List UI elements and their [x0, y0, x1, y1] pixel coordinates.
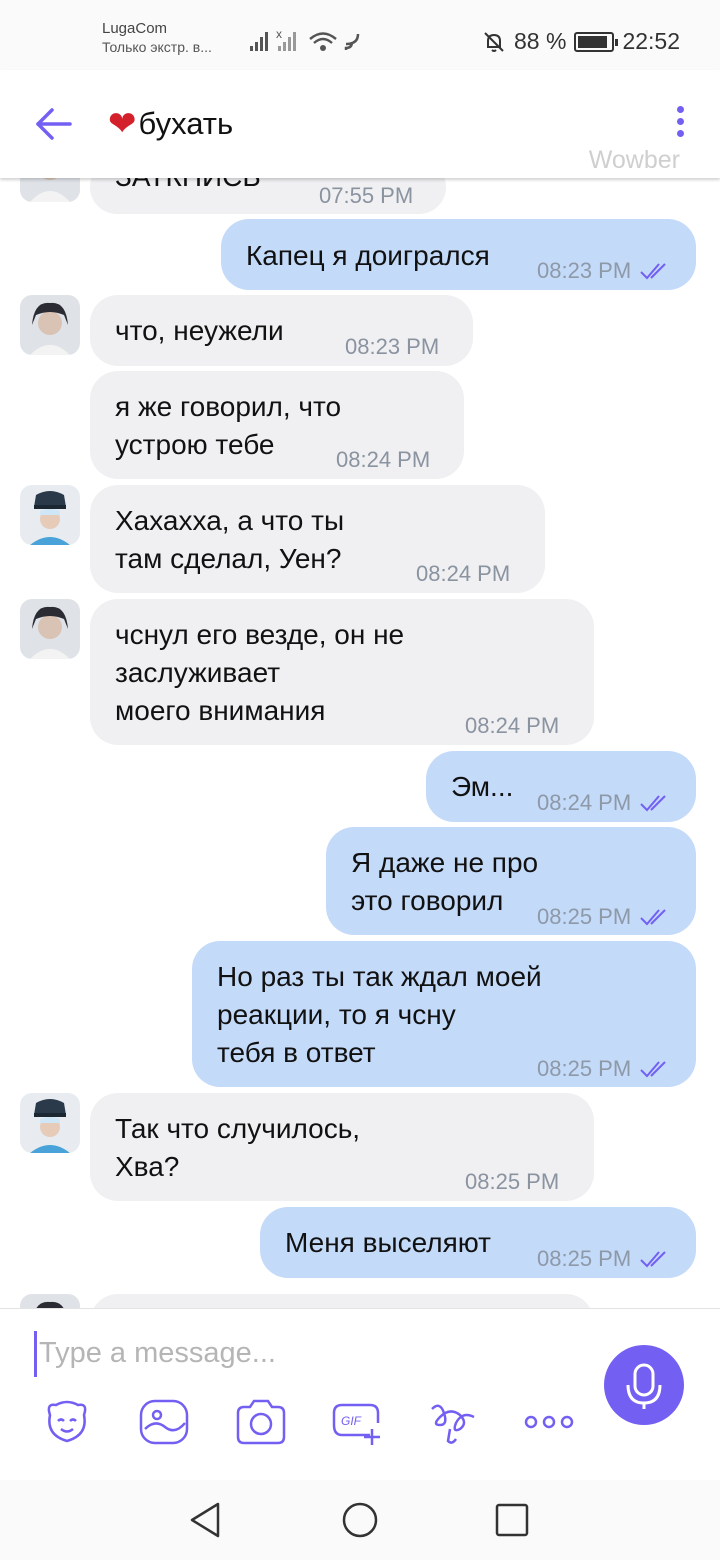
more-icon[interactable]	[522, 1395, 576, 1449]
message-time: 08:25 PM	[537, 904, 632, 929]
nav-recents-icon[interactable]	[492, 1500, 532, 1540]
message-bubble[interactable]: Так что случилось, Хва? 08:25 PM	[90, 1093, 594, 1201]
read-ticks-icon	[640, 1251, 666, 1268]
message-time: 08:25 PM	[537, 1246, 632, 1271]
svg-text:x: x	[276, 28, 282, 41]
read-ticks-icon	[640, 795, 666, 812]
message-text: Капец я доигрался	[246, 240, 490, 271]
voice-message-button[interactable]	[604, 1345, 684, 1425]
composer: Type a message... GIF	[0, 1308, 720, 1480]
read-ticks-icon	[640, 1061, 666, 1078]
message-time: 08:23 PM	[345, 334, 440, 359]
heart-icon: ❤	[108, 105, 137, 143]
camera-icon[interactable]	[234, 1395, 288, 1449]
message-text: ЗАТКНИСЬ	[115, 178, 261, 196]
message-text: Меня выселяют	[285, 1227, 491, 1258]
clock: 22:52	[622, 28, 680, 54]
avatar[interactable]	[20, 599, 80, 659]
gallery-icon[interactable]	[137, 1395, 191, 1449]
message-time: 08:24 PM	[537, 790, 632, 815]
message-bubble[interactable]: я же говорил, что устрою тебе 08:24 PM	[90, 371, 464, 479]
message-time: 08:24 PM	[465, 713, 560, 738]
message-bubble[interactable]: чснул его везде, он не заслуживает моего…	[90, 599, 594, 745]
message-time: 08:24 PM	[416, 561, 511, 586]
avatar[interactable]	[20, 485, 80, 545]
message-bubble[interactable]: Эм... 08:24 PM	[426, 751, 696, 822]
watermark: Wowber	[588, 146, 680, 174]
chat-title-text: бухать	[138, 106, 234, 141]
message-text: Эм...	[451, 771, 514, 802]
avatar[interactable]	[20, 1093, 80, 1153]
chat-title[interactable]: ❤ бухать	[108, 104, 233, 144]
message-text: что, неужели	[115, 315, 284, 346]
svg-text:GIF: GIF	[341, 1414, 362, 1428]
message-text: я же говорил, что устрою тебе	[115, 391, 342, 460]
message-time: 08:23 PM	[537, 258, 632, 283]
message-text: Но раз ты так ждал моей реакции, то я чс…	[217, 961, 542, 1068]
avatar[interactable]	[20, 295, 80, 355]
carrier-info: LugaCom Только экстр. в...	[102, 20, 212, 56]
gif-icon[interactable]: GIF	[330, 1395, 384, 1449]
status-bar: LugaCom Только экстр. в... x 88 % 22:52	[0, 0, 720, 70]
more-options-icon[interactable]	[674, 106, 686, 140]
nav-back-icon[interactable]	[186, 1500, 226, 1540]
bell-muted-icon	[484, 31, 504, 52]
battery-percent: 88 %	[514, 28, 567, 54]
doodle-icon[interactable]	[426, 1395, 480, 1449]
message-list[interactable]: ЗАТКНИСЬ 07:55 PM Капец я доигрался 08:2…	[0, 178, 720, 1308]
message-bubble[interactable]	[90, 1294, 594, 1308]
network-note: Только экстр. в...	[102, 39, 212, 55]
message-bubble[interactable]: Капец я доигрался 08:23 PM	[221, 219, 696, 290]
read-ticks-icon	[640, 263, 666, 280]
message-bubble[interactable]: Я даже не про это говорил 08:25 PM	[326, 827, 696, 935]
avatar[interactable]	[20, 178, 80, 202]
status-right: 88 % 22:52	[482, 28, 680, 55]
message-text: Так что случилось, Хва?	[115, 1113, 361, 1182]
carrier-name: LugaCom	[102, 20, 168, 37]
message-text: Я даже не про это говорил	[351, 847, 539, 916]
message-time: 07:55 PM	[319, 183, 414, 208]
nav-home-icon[interactable]	[340, 1500, 380, 1540]
message-bubble[interactable]: Хахахха, а что ты там сделал, Уен? 08:24…	[90, 485, 545, 593]
microphone-icon	[626, 1363, 662, 1409]
message-bubble[interactable]: ЗАТКНИСЬ 07:55 PM	[90, 178, 446, 214]
message-input[interactable]: Type a message...	[34, 1331, 554, 1377]
message-bubble[interactable]: Но раз ты так ждал моей реакции, то я чс…	[192, 941, 696, 1087]
back-arrow-icon[interactable]	[32, 102, 76, 146]
sticker-icon[interactable]	[40, 1395, 94, 1449]
avatar[interactable]	[20, 1294, 80, 1308]
chat-header: ❤ бухать Wowber	[0, 70, 720, 178]
read-ticks-icon	[640, 909, 666, 926]
message-time: 08:25 PM	[537, 1056, 632, 1081]
message-text: Хахахха, а что ты там сделал, Уен?	[115, 505, 345, 574]
signal-icon: x	[250, 28, 360, 51]
system-nav-bar	[0, 1480, 720, 1560]
message-time: 08:24 PM	[336, 447, 431, 472]
message-text: чснул его везде, он не заслуживает моего…	[115, 619, 405, 726]
message-bubble[interactable]: Меня выселяют 08:25 PM	[260, 1207, 696, 1278]
message-time: 08:25 PM	[465, 1169, 560, 1194]
battery-icon	[574, 31, 619, 52]
message-bubble[interactable]: что, неужели 08:23 PM	[90, 295, 473, 366]
